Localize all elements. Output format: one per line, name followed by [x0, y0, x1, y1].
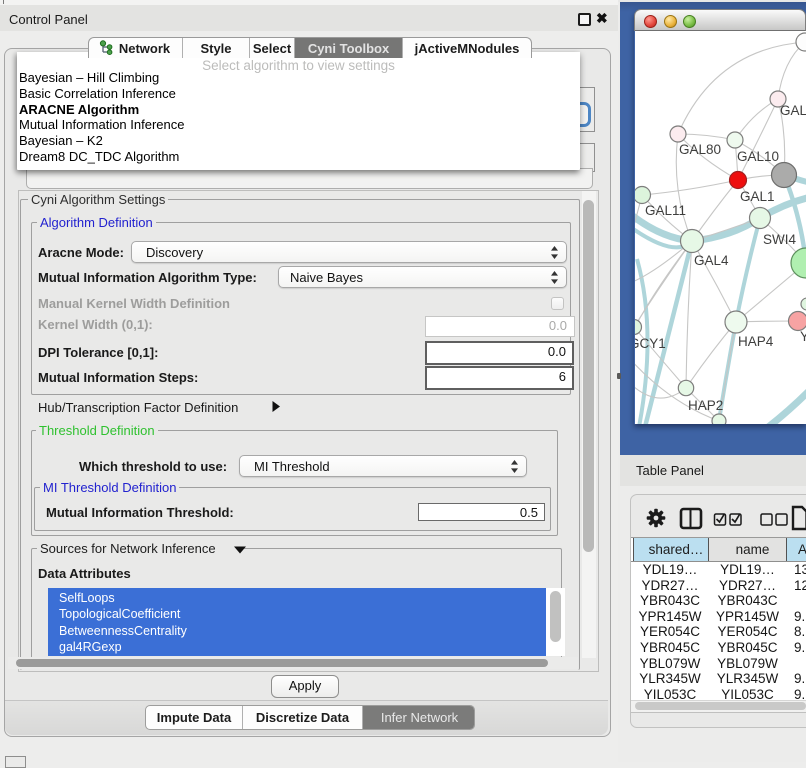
- svg-text:GAL7: GAL7: [780, 103, 806, 118]
- svg-text:SWI4: SWI4: [763, 232, 796, 247]
- svg-text:GAL80: GAL80: [679, 142, 721, 157]
- svg-text:Y: Y: [800, 329, 806, 344]
- svg-text:GAL4: GAL4: [694, 253, 729, 268]
- svg-text:GAL1: GAL1: [740, 189, 775, 204]
- svg-text:GAL10: GAL10: [737, 149, 779, 164]
- svg-text:GAL11: GAL11: [645, 203, 686, 218]
- svg-text:HAP4: HAP4: [738, 334, 774, 349]
- svg-text:HAP2: HAP2: [688, 398, 723, 413]
- svg-text:GCY1: GCY1: [635, 336, 666, 351]
